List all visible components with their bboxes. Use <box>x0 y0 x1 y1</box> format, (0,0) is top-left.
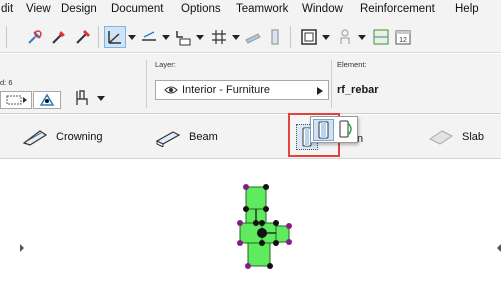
info-box: d: 6 Layer: Interior - Furniture Element… <box>0 54 501 114</box>
element-label: Element: <box>337 60 367 69</box>
menu-bar: dit View Design Document Options Teamwor… <box>0 0 501 20</box>
transform-icon <box>39 93 55 106</box>
toolbox-row: Crowning Beam n Slab <box>0 115 501 159</box>
chevron-right-icon <box>317 87 323 95</box>
infobox-separator <box>146 60 147 108</box>
slab-icon <box>429 130 453 145</box>
layer-value: Interior - Furniture <box>182 84 271 96</box>
chevron-down-icon[interactable] <box>232 33 240 41</box>
favorites-button[interactable] <box>67 85 97 111</box>
calendar-icon: 12 <box>395 30 411 45</box>
pick-up-parameters-button[interactable] <box>24 26 46 48</box>
slanted-column-option[interactable] <box>336 119 357 141</box>
reference-line-icon <box>6 95 27 105</box>
layout-button[interactable] <box>370 26 392 48</box>
menu-teamwork[interactable]: Teamwork <box>236 3 288 15</box>
view-frame-button[interactable] <box>298 26 320 48</box>
menu-edit[interactable]: dit <box>1 3 13 15</box>
menu-options[interactable]: Options <box>181 3 221 15</box>
chevron-down-icon[interactable] <box>196 33 204 41</box>
element-value: rf_rebar <box>337 84 379 96</box>
column-icon <box>271 29 279 45</box>
column-tool-flyout <box>310 116 358 143</box>
column-icon <box>318 121 329 139</box>
id-label: d: 6 <box>0 78 13 87</box>
wall-icon <box>245 33 261 44</box>
snap-guides-button[interactable] <box>104 26 126 48</box>
pan-handle-right[interactable] <box>497 244 501 252</box>
guide-lines-icon <box>142 31 156 41</box>
crowning-label: Crowning <box>56 131 103 143</box>
grid-button[interactable] <box>208 26 230 48</box>
calendar-number: 12 <box>399 37 407 44</box>
window-icon <box>301 29 317 45</box>
eye-icon <box>164 86 178 94</box>
grid-snap-button[interactable] <box>172 26 194 48</box>
menu-document[interactable]: Document <box>111 3 163 15</box>
straight-column-option[interactable] <box>313 119 334 141</box>
beam-tool[interactable]: Beam <box>155 125 218 149</box>
layer-label: Layer: <box>155 60 176 69</box>
wall-shading-button[interactable] <box>242 26 264 48</box>
reference-line-field[interactable] <box>0 91 32 109</box>
eyedropper-magnet-icon <box>28 30 42 44</box>
infobox-separator <box>331 60 332 108</box>
grid-snap-icon <box>176 31 191 46</box>
menu-window[interactable]: Window <box>302 3 343 15</box>
grid-icon <box>212 30 226 44</box>
figure-button[interactable] <box>334 26 356 48</box>
chevron-down-icon[interactable] <box>322 33 330 41</box>
syringe-button[interactable] <box>72 26 94 48</box>
drawing-canvas[interactable] <box>0 160 501 293</box>
crowning-icon <box>22 130 48 146</box>
eyedropper-button[interactable] <box>48 26 70 48</box>
pan-handle-left[interactable] <box>20 244 24 252</box>
menu-view[interactable]: View <box>26 3 51 15</box>
toolbar-separator <box>6 26 7 48</box>
menu-design[interactable]: Design <box>61 3 97 15</box>
toolbar-separator <box>290 26 291 48</box>
layout-icon <box>373 29 389 45</box>
calendar-button[interactable]: 12 <box>392 26 414 48</box>
guide-lines-button[interactable] <box>138 26 160 48</box>
angle-guide-icon <box>108 31 121 44</box>
chair-icon <box>76 90 88 105</box>
menu-reinforcement[interactable]: Reinforcement <box>360 3 435 15</box>
rebar-shape[interactable] <box>239 186 290 267</box>
layer-select[interactable]: Interior - Furniture <box>155 80 329 100</box>
slab-tool[interactable]: Slab <box>428 125 484 149</box>
chevron-down-icon[interactable] <box>358 33 366 41</box>
rebar-element-plan[interactable] <box>0 160 501 293</box>
menu-help[interactable]: Help <box>455 3 479 15</box>
beam-label: Beam <box>189 131 218 143</box>
slab-label: Slab <box>462 131 485 143</box>
syringe-icon <box>76 30 90 44</box>
toolbar: 12 <box>0 20 501 53</box>
chevron-down-icon[interactable] <box>96 93 106 103</box>
transform-button[interactable] <box>33 91 61 109</box>
toolbar-separator <box>98 26 99 48</box>
eyedropper-icon <box>52 31 65 44</box>
crowning-tool[interactable]: Crowning <box>22 125 102 149</box>
chevron-down-icon[interactable] <box>128 33 136 41</box>
beam-icon <box>155 131 181 147</box>
column-display-button[interactable] <box>264 26 286 48</box>
person-icon <box>340 29 350 44</box>
slanted-column-icon <box>339 120 352 138</box>
chevron-down-icon[interactable] <box>162 33 170 41</box>
